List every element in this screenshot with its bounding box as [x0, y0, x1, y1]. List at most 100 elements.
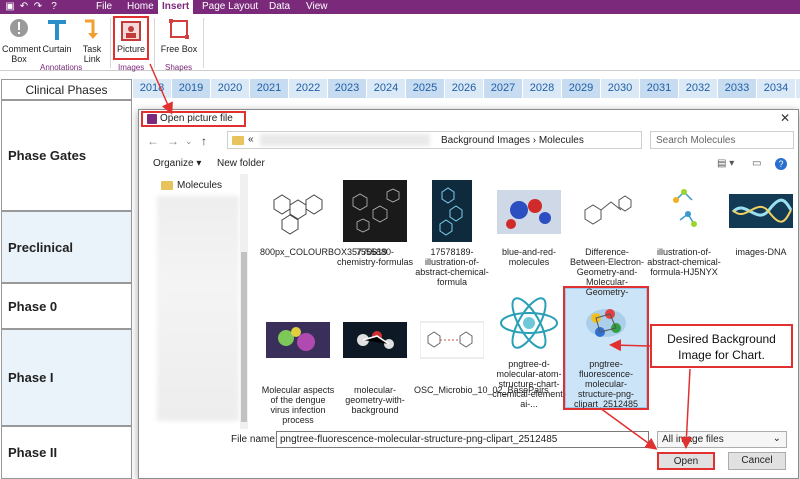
open-button[interactable]: Open	[657, 452, 715, 470]
view-options-icon[interactable]: ▤ ▾	[717, 158, 734, 169]
row-preclinical: Preclinical	[1, 211, 132, 283]
comment-box-label-2: Box	[11, 54, 27, 64]
menu-file[interactable]: File	[96, 0, 112, 14]
menu-view[interactable]: View	[306, 0, 328, 14]
row-phase-1: Phase I	[1, 329, 132, 426]
curtain-button[interactable]: Curtain	[40, 18, 74, 54]
year-cell: 2024	[367, 79, 406, 98]
undo-icon[interactable]: ↶	[18, 0, 30, 14]
search-placeholder: Search Molecules	[656, 135, 736, 146]
file-thumbnail	[343, 322, 407, 358]
file-label: 800px_COLOURBOX35770619	[260, 247, 388, 257]
file-thumbnail	[432, 180, 472, 242]
file-item[interactable]: OSC_Microbio_10_02_BasePairs	[414, 318, 549, 395]
forward-icon[interactable]: →	[167, 134, 179, 148]
file-item[interactable]: illustration-of-abstract-chemical-formul…	[646, 180, 722, 277]
file-name-label: File name:	[231, 434, 278, 445]
group-shapes: Shapes	[165, 63, 193, 72]
dialog-title: Open picture file	[160, 113, 233, 124]
comment-box-label-1: Comment	[2, 44, 42, 54]
back-icon[interactable]: ←	[147, 134, 159, 148]
tree-item-molecules[interactable]: Molecules	[161, 180, 222, 191]
year-cell: 2025	[406, 79, 445, 98]
file-label: images-DNA	[735, 247, 787, 257]
file-type-select[interactable]: All image files ⌄	[657, 431, 787, 448]
file-thumbnail	[419, 321, 485, 359]
comment-box-button[interactable]: Comment Box	[2, 18, 42, 64]
file-label: OSC_Microbio_10_02_BasePairs	[414, 385, 549, 395]
group-divider	[110, 18, 111, 68]
file-thumbnail	[497, 292, 561, 354]
file-thumbnail	[729, 194, 793, 228]
folder-icon	[161, 180, 173, 190]
app-icon	[147, 114, 157, 124]
year-cell: 2034	[757, 79, 796, 98]
chevron-down-icon[interactable]: ⌄	[185, 136, 193, 147]
new-folder-button[interactable]: New folder	[217, 158, 265, 169]
address-bar[interactable]: « Background Images › Molecules	[227, 131, 642, 149]
row-phase-0: Phase 0	[1, 283, 132, 329]
navigation-scrollbar[interactable]	[240, 174, 248, 429]
organize-button[interactable]: Organize ▾	[153, 158, 201, 169]
help-icon[interactable]: ?	[48, 0, 60, 14]
file-item[interactable]: 7555880-chemistry-formulas	[337, 180, 413, 267]
annotation-callout: Desired Background Image for Chart.	[650, 324, 793, 368]
menu-insert[interactable]: Insert	[158, 0, 194, 14]
year-cell: 2018	[133, 79, 172, 98]
search-input[interactable]: Search Molecules	[650, 131, 794, 149]
preview-pane-icon[interactable]: ▭	[752, 158, 761, 169]
group-images: Images	[118, 63, 145, 72]
clinical-phases-header: Clinical Phases	[1, 79, 132, 100]
comment-icon	[8, 18, 30, 42]
dialog-titlebar: Open picture file ✕	[139, 110, 798, 128]
year-cell: 2021	[250, 79, 289, 98]
file-item[interactable]: Difference-Between-Electron-Geometry-and…	[569, 180, 645, 297]
save-icon[interactable]: ▣	[4, 0, 16, 14]
menu-bar: ▣ ↶ ↷ ? File Home Insert Page Layout Dat…	[0, 0, 800, 14]
file-label: blue-and-red-molecules	[501, 247, 557, 267]
chevron-down-icon: ⌄	[772, 433, 781, 444]
file-label: pngtree-d-molecular-atom-structure-chart…	[492, 359, 566, 409]
selection-highlight-box	[563, 286, 649, 410]
path-overflow: «	[248, 134, 254, 145]
year-cell: 2022	[289, 79, 328, 98]
file-item[interactable]: blue-and-red-molecules	[491, 180, 567, 267]
menu-data[interactable]: Data	[269, 0, 290, 14]
year-cell: 2029	[562, 79, 601, 98]
file-item[interactable]: 17578189-illustration-of-abstract-chemic…	[414, 180, 490, 287]
file-thumbnail	[266, 180, 330, 242]
file-thumbnail	[666, 180, 702, 242]
picture-button[interactable]: Picture	[113, 16, 149, 60]
curtain-icon	[46, 18, 68, 42]
file-item[interactable]: molecular-geometry-with-background	[337, 318, 413, 415]
file-label: molecular-geometry-with-background	[345, 385, 405, 415]
file-label: illustration-of-abstract-chemical-formul…	[647, 247, 721, 277]
year-cell: 2027	[484, 79, 523, 98]
cancel-button[interactable]: Cancel	[728, 452, 786, 470]
close-icon[interactable]: ✕	[780, 111, 790, 125]
redo-icon[interactable]: ↷	[32, 0, 44, 14]
task-link-label: Task Link	[82, 44, 102, 64]
help-icon[interactable]: ?	[775, 158, 787, 170]
file-thumbnail	[497, 190, 561, 234]
scrollbar-thumb[interactable]	[241, 252, 247, 422]
dialog-toolbar: Organize ▾ New folder ▤ ▾ ▭ ?	[139, 154, 798, 174]
file-item[interactable]: images-DNA	[723, 180, 799, 257]
file-thumbnail	[266, 322, 330, 358]
year-cell: 2030	[601, 79, 640, 98]
menu-home[interactable]: Home	[127, 0, 154, 14]
file-item[interactable]: 800px_COLOURBOX35770619	[260, 180, 388, 257]
menu-page-layout[interactable]: Page Layout	[202, 0, 258, 14]
year-cell: 2019	[172, 79, 211, 98]
year-cell: 2031	[640, 79, 679, 98]
file-item[interactable]: Molecular aspects of the dengue virus in…	[260, 318, 336, 425]
blurred-path	[260, 134, 430, 146]
file-name-input[interactable]: pngtree-fluorescence-molecular-structure…	[276, 431, 649, 448]
path-text: Background Images › Molecules	[441, 135, 584, 146]
task-link-button[interactable]: Task Link	[75, 18, 109, 64]
up-icon[interactable]: ↑	[201, 134, 207, 148]
free-box-icon	[168, 18, 190, 42]
row-phase-gates: Phase Gates	[1, 100, 132, 211]
free-box-button[interactable]: Free Box	[160, 18, 198, 54]
file-item[interactable]: pngtree-d-molecular-atom-structure-chart…	[491, 292, 567, 409]
